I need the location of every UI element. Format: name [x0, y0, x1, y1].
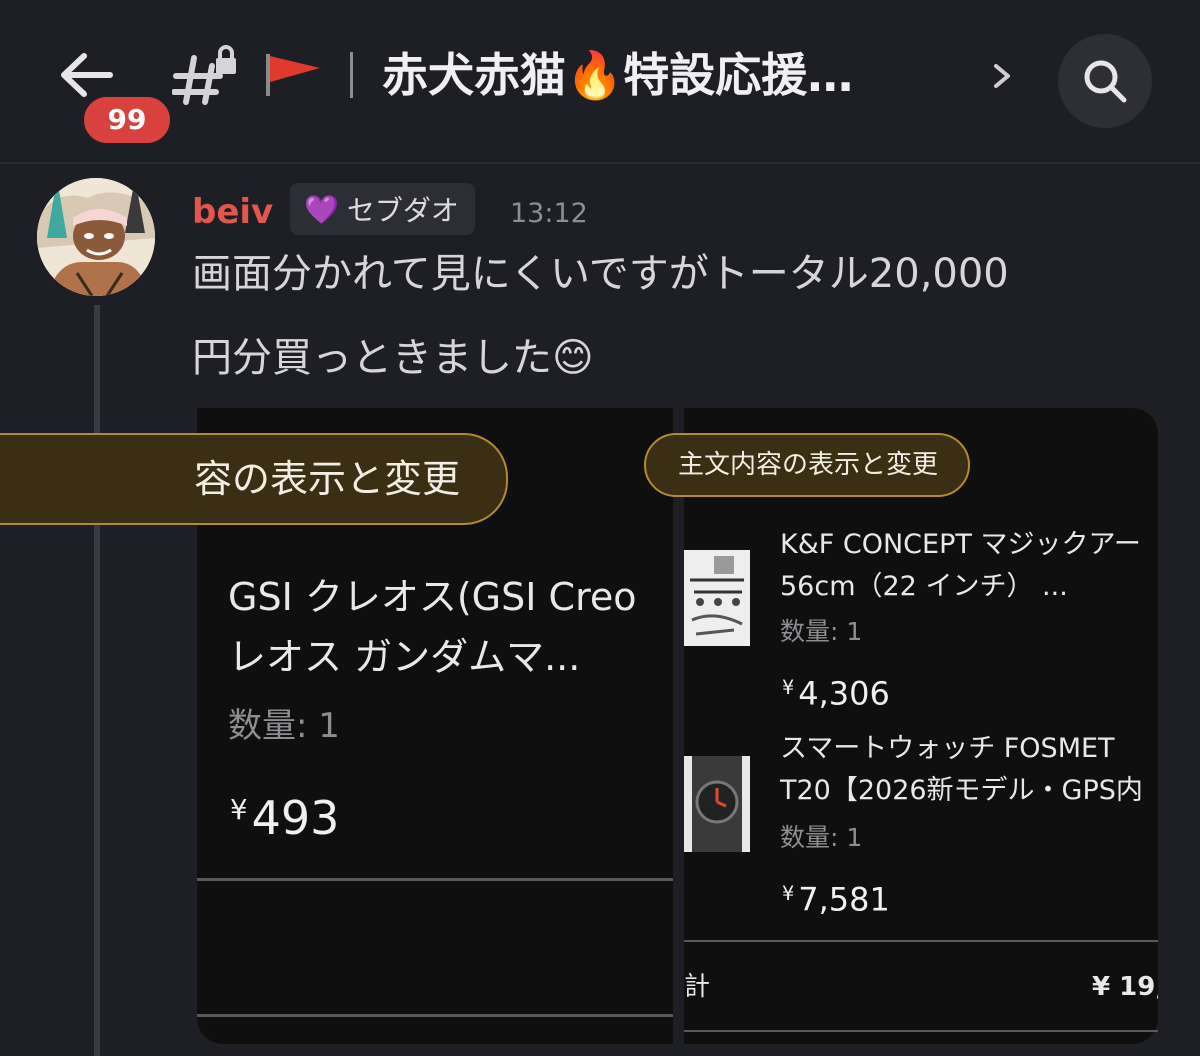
- product-thumbnail: [684, 756, 750, 852]
- thread-line: [94, 305, 100, 1056]
- role-tag[interactable]: 💜 セブダオ: [290, 183, 475, 235]
- product-price: ¥7,581: [782, 872, 890, 922]
- divider: [197, 878, 673, 881]
- channel-title[interactable]: 赤犬赤猫🔥特設応援…: [382, 42, 853, 108]
- currency-symbol: ¥: [782, 882, 795, 905]
- product-name-line-2: T20【2026新モデル・GPS内: [780, 775, 1143, 806]
- quantity-label: 数量: 1: [780, 617, 863, 646]
- message-author[interactable]: beiv: [192, 190, 273, 234]
- divider: [684, 940, 1158, 942]
- role-name: セブダオ: [346, 194, 459, 227]
- product-name-line-1: GSI クレオス(GSI Creo: [228, 575, 637, 619]
- message-text-line-1: 画面分かれて見にくいですがトータル20,000: [192, 251, 1009, 297]
- quantity-label: 数量: 1: [780, 823, 863, 852]
- price-value: 4,306: [798, 674, 890, 713]
- avatar[interactable]: [37, 178, 155, 296]
- search-icon: [1084, 60, 1127, 103]
- total-label: 計: [684, 972, 711, 1002]
- product-name-line-2: レオス ガンダムマ...: [228, 635, 581, 679]
- order-details-button: 容の表示と変更: [0, 433, 508, 525]
- search-button[interactable]: [1058, 34, 1152, 128]
- order-details-label: 主文内容の表示と変更: [677, 450, 938, 480]
- purple-heart-icon: 💜: [304, 192, 339, 226]
- divider: [684, 1030, 1158, 1032]
- product-price: ¥4,306: [782, 666, 890, 716]
- red-flag-icon: [264, 52, 322, 98]
- message-timestamp: 13:12: [510, 198, 588, 229]
- price-value: 493: [251, 791, 340, 846]
- chevron-right-icon[interactable]: [990, 48, 1014, 116]
- order-details-button: 主文内容の表示と変更: [644, 433, 970, 497]
- total-value: ¥ 19,: [1092, 972, 1158, 1002]
- currency-symbol: ¥: [782, 676, 795, 699]
- unread-badge: 99: [80, 93, 174, 147]
- product-thumbnail: [684, 550, 750, 646]
- attached-image-2[interactable]: [684, 408, 1158, 1044]
- message-text-line-2: 円分買っときました😊: [192, 335, 594, 381]
- order-details-label: 容の表示と変更: [193, 457, 460, 501]
- quantity-label: 数量: 1: [228, 706, 340, 746]
- price-value: 7,581: [798, 880, 890, 919]
- product-price: ¥493: [230, 780, 339, 848]
- divider: [197, 1014, 673, 1017]
- currency-symbol: ¥: [230, 793, 248, 826]
- channel-header: 99 赤犬赤猫🔥特設応援…: [0, 0, 1200, 164]
- locked-channel-icon: [171, 44, 238, 108]
- product-name-line-1: K&F CONCEPT マジックアー: [780, 529, 1141, 560]
- product-name-line-1: スマートウォッチ FOSMET: [780, 733, 1115, 764]
- title-divider: [350, 52, 353, 98]
- product-name-line-2: 56cm（22 インチ） ...: [780, 571, 1068, 602]
